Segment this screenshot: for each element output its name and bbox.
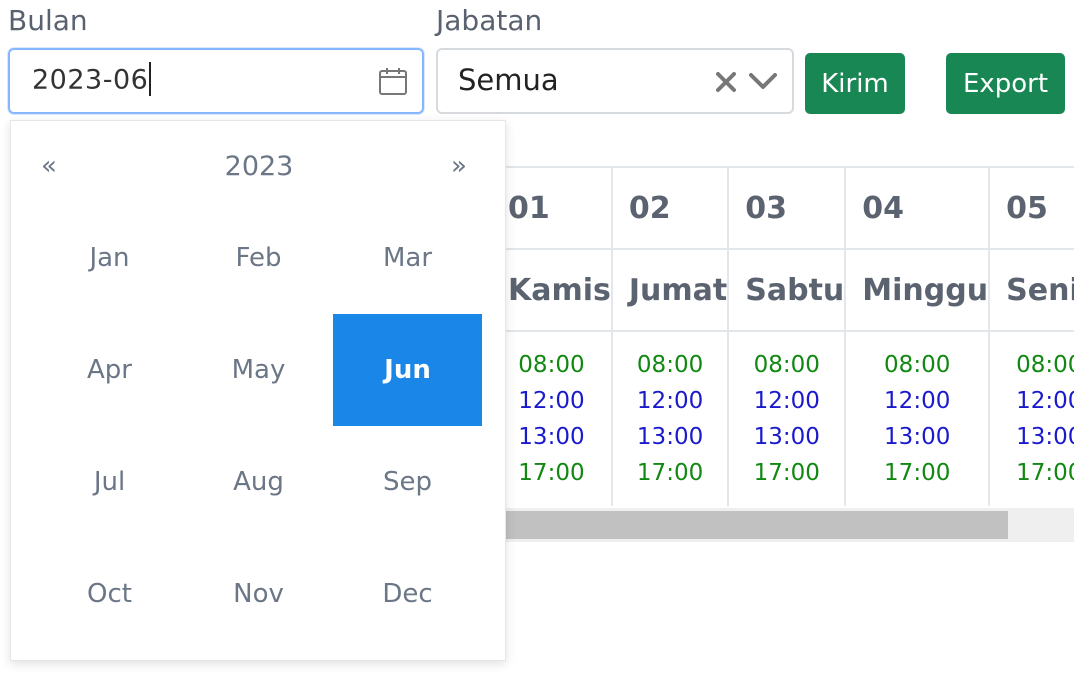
calendar-icon[interactable] <box>378 66 408 100</box>
time-cell: 08:00 12:00 13:00 17:00 <box>988 330 1074 506</box>
time-start: 08:00 <box>518 352 585 378</box>
time-break-start: 12:00 <box>1016 388 1074 414</box>
day-number-cell: 03 <box>727 166 847 250</box>
picker-year[interactable]: 2023 <box>11 151 507 182</box>
month-option-apr[interactable]: Apr <box>35 314 184 426</box>
time-start: 08:00 <box>753 352 820 378</box>
time-cell: 08:00 12:00 13:00 17:00 <box>490 330 613 506</box>
time-start: 08:00 <box>884 352 951 378</box>
month-option-nov[interactable]: Nov <box>184 538 333 650</box>
scrollbar-thumb[interactable] <box>490 511 1008 539</box>
month-option-sep[interactable]: Sep <box>333 426 482 538</box>
text-cursor <box>149 62 152 96</box>
schedule-table: 01 02 03 04 05 Kamis Jumat Sabtu Minggu … <box>490 166 1074 506</box>
export-button[interactable]: Export <box>946 53 1065 114</box>
position-label: Jabatan <box>436 4 543 37</box>
day-number-cell: 05 <box>988 166 1074 250</box>
time-break-end: 13:00 <box>518 424 585 450</box>
day-name-cell: Sabtu <box>727 248 847 332</box>
month-option-jan[interactable]: Jan <box>35 202 184 314</box>
month-option-jun[interactable]: Jun <box>333 314 482 426</box>
horizontal-scrollbar[interactable] <box>490 508 1074 542</box>
position-select-value: Semua <box>458 63 559 97</box>
time-end: 17:00 <box>636 460 704 486</box>
month-option-jul[interactable]: Jul <box>35 426 184 538</box>
month-input-value: 2023-06 <box>32 62 152 98</box>
time-cell: 08:00 12:00 13:00 17:00 <box>727 330 847 506</box>
submit-button[interactable]: Kirim <box>805 53 905 114</box>
time-break-start: 12:00 <box>518 388 585 414</box>
month-option-aug[interactable]: Aug <box>184 426 333 538</box>
month-picker-popup: « 2023 » Jan Feb Mar Apr May Jun Jul Aug… <box>10 120 506 661</box>
day-number-cell: 01 <box>490 166 613 250</box>
day-number-cell: 04 <box>844 166 991 250</box>
day-name-cell: Senin <box>988 248 1074 332</box>
day-name-row: Kamis Jumat Sabtu Minggu Senin <box>490 248 1074 332</box>
time-break-start: 12:00 <box>636 388 704 414</box>
chevron-down-icon[interactable] <box>748 72 778 96</box>
clear-icon[interactable] <box>714 70 738 98</box>
time-cell: 08:00 12:00 13:00 17:00 <box>844 330 991 506</box>
day-number-row: 01 02 03 04 05 <box>490 166 1074 250</box>
time-end: 17:00 <box>518 460 585 486</box>
time-break-start: 12:00 <box>753 388 820 414</box>
time-start: 08:00 <box>1016 352 1074 378</box>
month-option-may[interactable]: May <box>184 314 333 426</box>
times-row: 08:00 12:00 13:00 17:00 08:00 12:00 13:0… <box>490 330 1074 506</box>
time-break-end: 13:00 <box>884 424 951 450</box>
time-end: 17:00 <box>884 460 951 486</box>
time-end: 17:00 <box>753 460 820 486</box>
month-label: Bulan <box>8 4 88 37</box>
position-select[interactable]: Semua <box>436 48 794 114</box>
month-option-oct[interactable]: Oct <box>35 538 184 650</box>
month-option-mar[interactable]: Mar <box>333 202 482 314</box>
month-option-dec[interactable]: Dec <box>333 538 482 650</box>
time-start: 08:00 <box>636 352 704 378</box>
time-cell: 08:00 12:00 13:00 17:00 <box>610 330 730 506</box>
next-year-icon[interactable]: » <box>451 151 467 181</box>
month-option-feb[interactable]: Feb <box>184 202 333 314</box>
time-break-start: 12:00 <box>884 388 951 414</box>
month-input[interactable]: 2023-06 <box>8 48 424 114</box>
time-break-end: 13:00 <box>1016 424 1074 450</box>
time-break-end: 13:00 <box>753 424 820 450</box>
day-name-cell: Minggu <box>844 248 991 332</box>
day-name-cell: Jumat <box>610 248 730 332</box>
day-name-cell: Kamis <box>490 248 613 332</box>
time-break-end: 13:00 <box>636 424 704 450</box>
schedule-table-viewport: 01 02 03 04 05 Kamis Jumat Sabtu Minggu … <box>490 166 1074 506</box>
day-number-cell: 02 <box>610 166 730 250</box>
time-end: 17:00 <box>1016 460 1074 486</box>
